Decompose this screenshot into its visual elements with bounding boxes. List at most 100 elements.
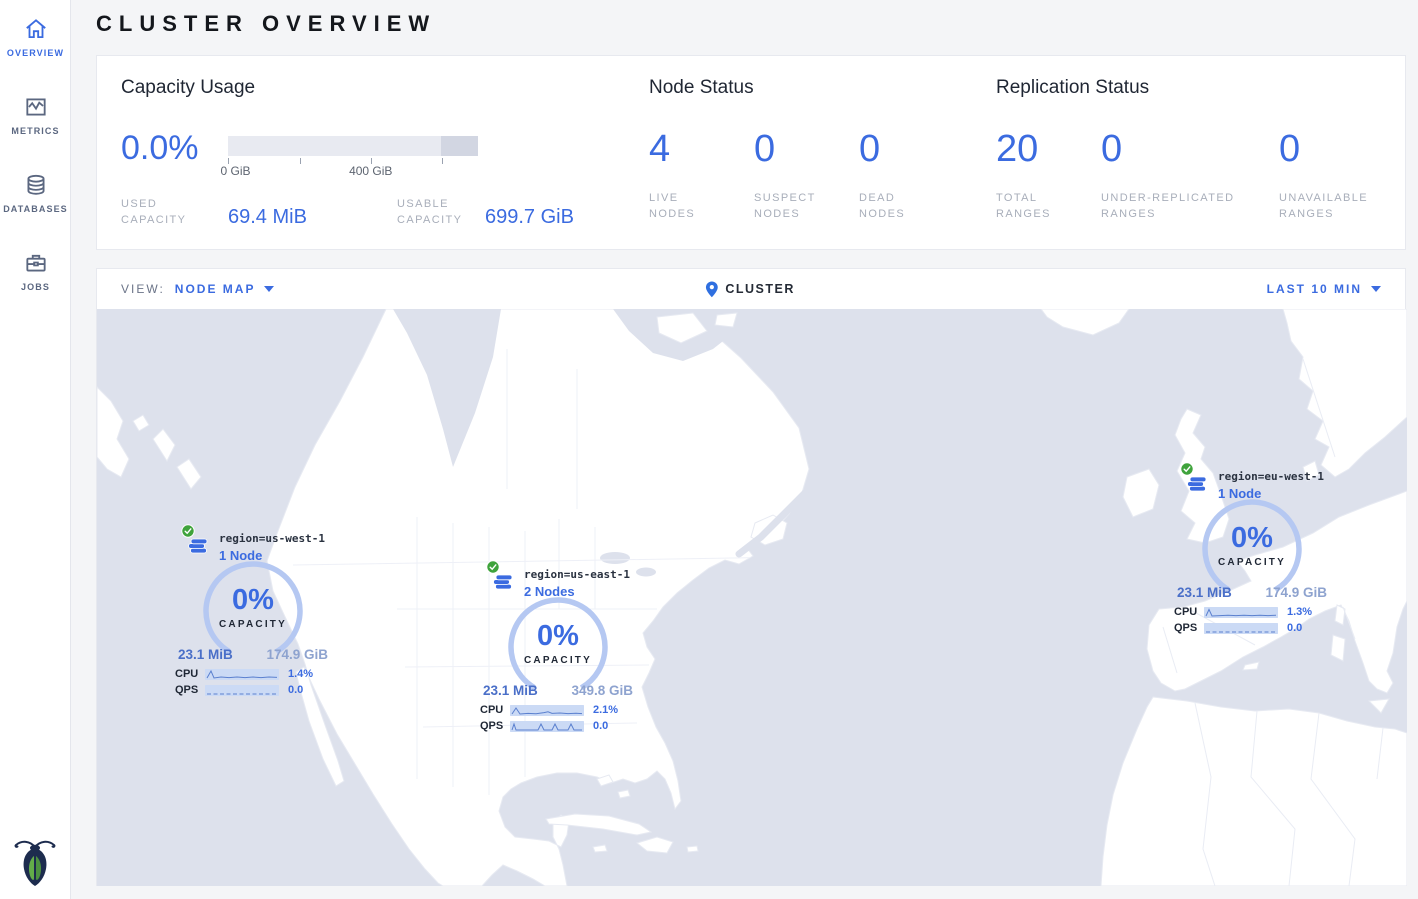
qps-value: 0.0 xyxy=(593,720,608,732)
capacity-ring-percent: 0% xyxy=(506,595,610,653)
capacity-ring-label: CAPACITY xyxy=(1200,557,1304,568)
cpu-sparkline xyxy=(510,705,584,716)
cpu-value: 1.4% xyxy=(288,668,313,680)
cockroachdb-logo xyxy=(13,836,57,893)
view-label: VIEW: xyxy=(121,282,165,296)
under-replicated-stat: 0 UNDER-REPLICATED RANGES xyxy=(1101,128,1279,222)
region-label: region=eu-west-1 xyxy=(1218,470,1324,483)
sidebar-item-metrics[interactable]: METRICS xyxy=(0,80,71,146)
healthy-check-icon xyxy=(181,524,195,538)
unavailable-ranges-value: 0 xyxy=(1279,128,1404,170)
qps-sparkline xyxy=(510,721,584,732)
home-icon xyxy=(0,16,71,42)
capacity-gauge-ticks xyxy=(228,156,478,164)
healthy-check-icon xyxy=(1180,462,1194,476)
qps-sparkline xyxy=(1204,623,1278,634)
total-ranges-stat: 20 TOTAL RANGES xyxy=(996,128,1101,222)
suspect-nodes-value: 0 xyxy=(754,128,859,170)
replication-status-title: Replication Status xyxy=(996,77,1404,99)
region-label: region=us-east-1 xyxy=(524,568,630,581)
live-nodes-label: LIVE NODES xyxy=(649,190,719,222)
capacity-usage-section: Capacity Usage 0.0% 0 GiB 400 Gi xyxy=(121,77,649,225)
unavailable-ranges-label: UNAVAILABLE RANGES xyxy=(1279,190,1389,222)
usable-capacity-label: USABLE CAPACITY xyxy=(397,196,485,228)
node-map[interactable]: region=us-west-1 1 Node 0% CAPACITY 23.1… xyxy=(97,309,1407,886)
page-title: CLUSTER OVERVIEW xyxy=(96,9,1406,39)
node-map-card: VIEW: NODE MAP CLUSTER LAST 10 MIN xyxy=(96,268,1406,886)
jobs-icon xyxy=(0,250,71,276)
sidebar-item-label: OVERVIEW xyxy=(0,48,71,58)
replication-status-section: Replication Status 20 TOTAL RANGES 0 UND… xyxy=(996,77,1404,225)
total-capacity: 349.8 GiB xyxy=(571,683,633,698)
region-label: region=us-west-1 xyxy=(219,532,325,545)
capacity-gauge-segment xyxy=(441,136,479,156)
live-nodes-stat: 4 LIVE NODES xyxy=(649,128,754,222)
used-capacity: 23.1 MiB xyxy=(1177,585,1232,600)
usable-capacity-value: 699.7 GiB xyxy=(485,206,623,228)
breadcrumb[interactable]: CLUSTER xyxy=(705,281,795,298)
used-capacity-label: USED CAPACITY xyxy=(121,196,228,228)
view-value: NODE MAP xyxy=(175,282,256,296)
used-capacity-value: 69.4 MiB xyxy=(228,206,366,228)
total-capacity: 174.9 GiB xyxy=(1265,585,1327,600)
qps-label: QPS xyxy=(1174,622,1204,634)
capacity-usage-title: Capacity Usage xyxy=(121,77,649,99)
qps-value: 0.0 xyxy=(1287,622,1302,634)
cluster-summary-card: Capacity Usage 0.0% 0 GiB 400 Gi xyxy=(96,55,1406,250)
gauge-tick-label: 400 GiB xyxy=(349,164,392,178)
cpu-label: CPU xyxy=(175,668,205,680)
locality-marker-eu-west-1[interactable]: region=eu-west-1 1 Node 0% CAPACITY 23.1… xyxy=(1164,467,1340,634)
cpu-label: CPU xyxy=(480,704,510,716)
chevron-down-icon xyxy=(264,286,274,292)
unavailable-ranges-stat: 0 UNAVAILABLE RANGES xyxy=(1279,128,1404,222)
chevron-down-icon xyxy=(1371,286,1381,292)
suspect-nodes-label: SUSPECT NODES xyxy=(754,190,824,222)
capacity-gauge-bar xyxy=(228,136,478,156)
metrics-icon xyxy=(0,94,71,120)
cpu-sparkline xyxy=(1204,607,1278,618)
node-status-section: Node Status 4 LIVE NODES 0 SUSPECT NODES… xyxy=(649,77,996,225)
suspect-nodes-stat: 0 SUSPECT NODES xyxy=(754,128,859,222)
map-toolbar: VIEW: NODE MAP CLUSTER LAST 10 MIN xyxy=(97,269,1405,309)
breadcrumb-label: CLUSTER xyxy=(725,282,795,296)
sidebar-item-databases[interactable]: DATABASES xyxy=(0,158,71,224)
cpu-label: CPU xyxy=(1174,606,1204,618)
nodes-icon xyxy=(492,571,514,591)
total-ranges-label: TOTAL RANGES xyxy=(996,190,1066,222)
under-replicated-value: 0 xyxy=(1101,128,1279,170)
sidebar-item-overview[interactable]: OVERVIEW xyxy=(0,2,71,68)
cpu-value: 1.3% xyxy=(1287,606,1312,618)
locality-marker-us-east-1[interactable]: region=us-east-1 2 Nodes 0% CAPACITY 23.… xyxy=(470,565,646,732)
nodes-icon xyxy=(187,535,209,555)
cpu-sparkline xyxy=(205,669,279,680)
used-capacity: 23.1 MiB xyxy=(178,647,233,662)
capacity-gauge: 0 GiB 400 GiB xyxy=(228,136,478,178)
dead-nodes-value: 0 xyxy=(859,128,964,170)
databases-icon xyxy=(0,172,71,198)
main-content: CLUSTER OVERVIEW Capacity Usage 0.0% xyxy=(71,0,1418,899)
healthy-check-icon xyxy=(486,560,500,574)
used-capacity: 23.1 MiB xyxy=(483,683,538,698)
locality-marker-us-west-1[interactable]: region=us-west-1 1 Node 0% CAPACITY 23.1… xyxy=(165,529,341,696)
qps-value: 0.0 xyxy=(288,684,303,696)
view-selector[interactable]: VIEW: NODE MAP xyxy=(121,282,274,296)
qps-label: QPS xyxy=(175,684,205,696)
sidebar-item-label: JOBS xyxy=(0,282,71,292)
sidebar: OVERVIEW METRICS DATABASES xyxy=(0,0,71,899)
qps-sparkline xyxy=(205,685,279,696)
cpu-value: 2.1% xyxy=(593,704,618,716)
gauge-tick-label: 0 GiB xyxy=(220,164,250,178)
total-ranges-value: 20 xyxy=(996,128,1101,170)
total-capacity: 174.9 GiB xyxy=(266,647,328,662)
node-status-title: Node Status xyxy=(649,77,996,99)
capacity-ring-percent: 0% xyxy=(1200,497,1304,555)
dead-nodes-label: DEAD NODES xyxy=(859,190,929,222)
sidebar-item-jobs[interactable]: JOBS xyxy=(0,236,71,302)
live-nodes-value: 4 xyxy=(649,128,754,170)
time-range-selector[interactable]: LAST 10 MIN xyxy=(1267,282,1381,296)
nodes-icon xyxy=(1186,473,1208,493)
sidebar-item-label: DATABASES xyxy=(0,204,71,214)
under-replicated-label: UNDER-REPLICATED RANGES xyxy=(1101,190,1261,222)
map-pin-icon xyxy=(705,281,718,298)
time-range-value: LAST 10 MIN xyxy=(1267,282,1362,296)
